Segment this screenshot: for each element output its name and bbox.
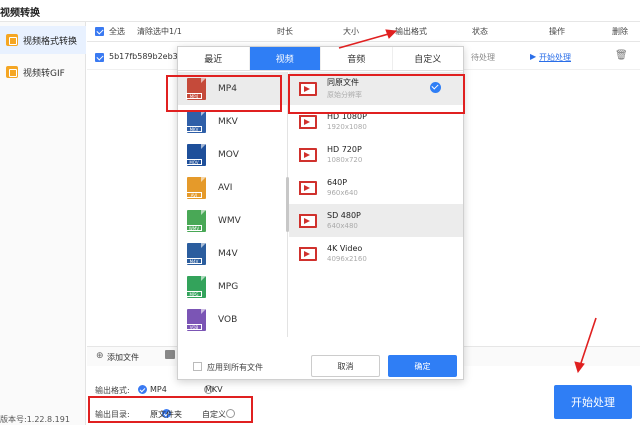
arrow-to-output-format (338, 32, 393, 49)
arrow-head-2 (574, 361, 585, 374)
arrow-head-1 (385, 29, 398, 39)
annotation-arrows (338, 29, 597, 374)
arrow-to-start-button (579, 317, 597, 367)
